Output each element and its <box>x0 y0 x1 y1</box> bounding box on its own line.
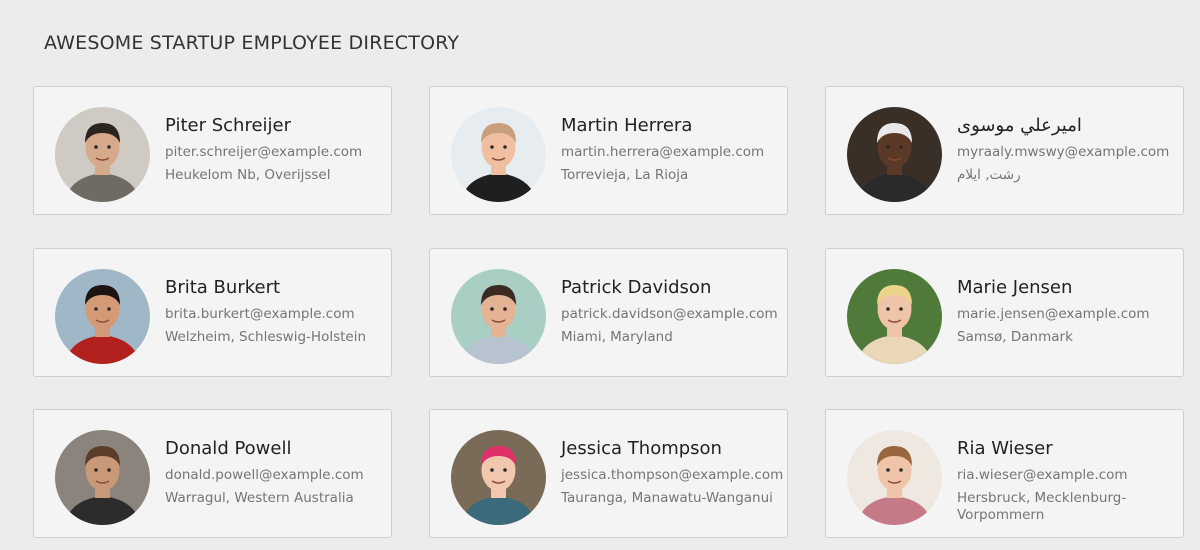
employee-location: رشت, ايلام <box>957 167 1021 183</box>
avatar <box>451 430 546 525</box>
employee-location: Heukelom Nb, Overijssel <box>165 167 331 183</box>
employee-card[interactable]: Marie Jensen marie.jensen@example.com Sams… <box>825 248 1184 377</box>
employee-directory-page: AWESOME STARTUP EMPLOYEE DIRECTORY Piter… <box>0 0 1200 550</box>
avatar <box>451 269 546 364</box>
employee-name: Martin Herrera <box>561 115 693 136</box>
employee-name: Marie Jensen <box>957 277 1073 298</box>
avatar <box>55 269 150 364</box>
employee-info: Piter Schreijer piter.schreijer@example.c… <box>165 115 383 184</box>
employee-email: donald.powell@example.com <box>165 467 364 483</box>
employee-card[interactable]: Piter Schreijer piter.schreijer@example.c… <box>33 86 392 215</box>
employee-name: Ria Wieser <box>957 438 1053 459</box>
employee-info: Martin Herrera martin.herrera@example.com… <box>561 115 779 184</box>
employee-info: Marie Jensen marie.jensen@example.com Sams… <box>957 277 1175 346</box>
employee-email: piter.schreijer@example.com <box>165 144 363 160</box>
employee-email: brita.burkert@example.com <box>165 306 355 322</box>
employee-email: ria.wieser@example.com <box>957 467 1128 483</box>
employee-location: Warragul, Western Australia <box>165 490 354 506</box>
employee-name: Piter Schreijer <box>165 115 291 136</box>
page-title: AWESOME STARTUP EMPLOYEE DIRECTORY <box>44 32 460 54</box>
employee-email: patrick.davidson@example.com <box>561 306 778 322</box>
employee-card[interactable]: اميرعلي موسوی myraaly.mwswy@example.com رش… <box>825 86 1184 215</box>
employee-location: Hersbruck, Mecklenburg-Vorpommern <box>957 490 1127 523</box>
employee-info: Patrick Davidson patrick.davidson@example… <box>561 277 779 346</box>
avatar <box>847 269 942 364</box>
employee-card[interactable]: Donald Powell donald.powell@example.com Wa… <box>33 409 392 538</box>
employee-location: Samsø, Danmark <box>957 329 1073 345</box>
employee-location: Welzheim, Schleswig-Holstein <box>165 329 367 345</box>
employee-card[interactable]: Ria Wieser ria.wieser@example.com Hersbruc… <box>825 409 1184 538</box>
employee-email: jessica.thompson@example.com <box>561 467 784 483</box>
employee-email: marie.jensen@example.com <box>957 306 1150 322</box>
employee-info: اميرعلي موسوی myraaly.mwswy@example.com رش… <box>957 115 1175 184</box>
employee-name: Patrick Davidson <box>561 277 712 298</box>
employee-info: Brita Burkert brita.burkert@example.com We… <box>165 277 383 346</box>
employee-name: Donald Powell <box>165 438 292 459</box>
avatar <box>847 107 942 202</box>
employee-location: Torrevieja, La Rioja <box>561 167 689 183</box>
employee-email: martin.herrera@example.com <box>561 144 765 160</box>
employee-location: Miami, Maryland <box>561 329 673 345</box>
employee-location: Tauranga, Manawatu-Wanganui <box>561 490 773 506</box>
employee-info: Jessica Thompson jessica.thompson@example… <box>561 438 784 507</box>
employee-name: Jessica Thompson <box>561 438 722 459</box>
employee-email: myraaly.mwswy@example.com <box>957 144 1170 160</box>
employee-name: اميرعلي موسوی <box>957 115 1082 136</box>
employee-info: Donald Powell donald.powell@example.com Wa… <box>165 438 383 507</box>
avatar <box>847 430 942 525</box>
employee-card[interactable]: Martin Herrera martin.herrera@example.com… <box>429 86 788 215</box>
employee-info: Ria Wieser ria.wieser@example.com Hersbruc… <box>957 438 1175 524</box>
avatar <box>451 107 546 202</box>
employee-card[interactable]: Patrick Davidson patrick.davidson@example… <box>429 248 788 377</box>
employee-name: Brita Burkert <box>165 277 281 298</box>
avatar <box>55 107 150 202</box>
avatar <box>55 430 150 525</box>
employee-card[interactable]: Brita Burkert brita.burkert@example.com We… <box>33 248 392 377</box>
employee-card[interactable]: Jessica Thompson jessica.thompson@example… <box>429 409 788 538</box>
